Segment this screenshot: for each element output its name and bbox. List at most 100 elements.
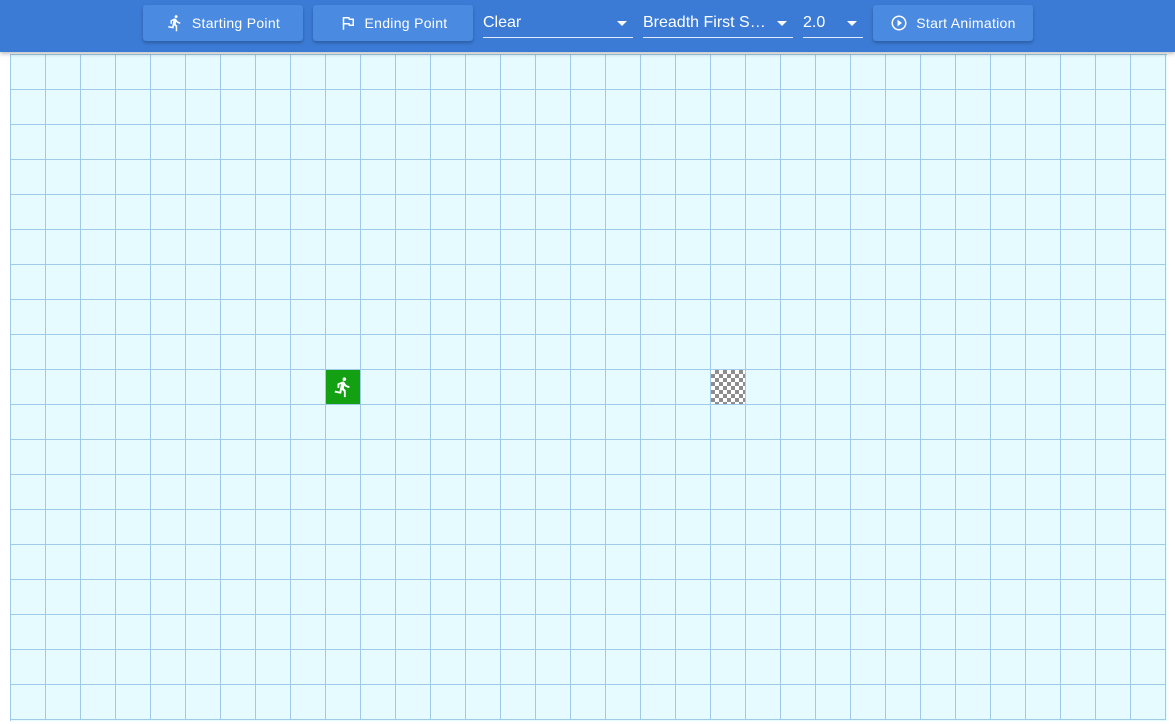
grid-cell[interactable] bbox=[606, 265, 641, 300]
grid-cell[interactable] bbox=[46, 300, 81, 335]
grid-cell[interactable] bbox=[1061, 440, 1096, 475]
grid-cell[interactable] bbox=[116, 335, 151, 370]
grid-cell[interactable] bbox=[1096, 650, 1131, 685]
grid-cell[interactable] bbox=[746, 580, 781, 615]
grid-cell[interactable] bbox=[151, 195, 186, 230]
grid-cell[interactable] bbox=[676, 475, 711, 510]
grid-cell[interactable] bbox=[781, 335, 816, 370]
grid-cell[interactable] bbox=[361, 90, 396, 125]
grid-cell[interactable] bbox=[746, 615, 781, 650]
grid-cell[interactable] bbox=[851, 475, 886, 510]
grid-cell[interactable] bbox=[1096, 510, 1131, 545]
grid-cell[interactable] bbox=[851, 230, 886, 265]
grid-cell[interactable] bbox=[991, 685, 1026, 720]
grid-cell[interactable] bbox=[606, 650, 641, 685]
grid-cell[interactable] bbox=[46, 370, 81, 405]
grid-cell[interactable] bbox=[396, 335, 431, 370]
grid-cell[interactable] bbox=[431, 685, 466, 720]
grid-cell[interactable] bbox=[186, 335, 221, 370]
grid-cell[interactable] bbox=[991, 55, 1026, 90]
grid-cell[interactable] bbox=[501, 160, 536, 195]
grid-cell[interactable] bbox=[116, 230, 151, 265]
grid-cell[interactable] bbox=[186, 510, 221, 545]
grid-cell[interactable] bbox=[711, 475, 746, 510]
grid-cell[interactable] bbox=[361, 55, 396, 90]
grid-cell[interactable] bbox=[781, 125, 816, 160]
grid-cell[interactable] bbox=[956, 265, 991, 300]
grid-cell[interactable] bbox=[851, 300, 886, 335]
grid-cell[interactable] bbox=[851, 685, 886, 720]
grid-cell[interactable] bbox=[641, 580, 676, 615]
grid-cell[interactable] bbox=[886, 615, 921, 650]
grid-cell[interactable] bbox=[921, 300, 956, 335]
grid-cell[interactable] bbox=[886, 265, 921, 300]
grid-cell[interactable] bbox=[641, 405, 676, 440]
grid-cell[interactable] bbox=[571, 90, 606, 125]
grid-cell[interactable] bbox=[921, 90, 956, 125]
grid-cell[interactable] bbox=[291, 55, 326, 90]
grid-cell[interactable] bbox=[571, 545, 606, 580]
grid-cell[interactable] bbox=[186, 405, 221, 440]
grid-cell[interactable] bbox=[711, 55, 746, 90]
grid-cell[interactable] bbox=[396, 685, 431, 720]
grid-cell[interactable] bbox=[256, 405, 291, 440]
grid-cell[interactable] bbox=[606, 685, 641, 720]
grid-cell[interactable] bbox=[501, 650, 536, 685]
grid-cell[interactable] bbox=[1131, 615, 1166, 650]
grid-cell[interactable] bbox=[1061, 90, 1096, 125]
grid-cell[interactable] bbox=[186, 580, 221, 615]
grid-cell[interactable] bbox=[746, 475, 781, 510]
grid-cell[interactable] bbox=[466, 580, 501, 615]
grid-cell[interactable] bbox=[1026, 405, 1061, 440]
grid-cell[interactable] bbox=[186, 300, 221, 335]
grid-cell[interactable] bbox=[746, 125, 781, 160]
grid-cell[interactable] bbox=[676, 335, 711, 370]
grid-cell[interactable] bbox=[991, 510, 1026, 545]
grid-cell[interactable] bbox=[151, 545, 186, 580]
grid-cell[interactable] bbox=[606, 475, 641, 510]
grid-cell[interactable] bbox=[816, 90, 851, 125]
grid-cell[interactable] bbox=[431, 615, 466, 650]
grid-cell[interactable] bbox=[641, 230, 676, 265]
grid-cell[interactable] bbox=[816, 55, 851, 90]
grid-cell[interactable] bbox=[886, 125, 921, 160]
grid-cell[interactable] bbox=[816, 510, 851, 545]
grid-cell[interactable] bbox=[431, 405, 466, 440]
grid-cell[interactable] bbox=[501, 440, 536, 475]
grid-cell[interactable] bbox=[676, 160, 711, 195]
grid-cell[interactable] bbox=[886, 545, 921, 580]
grid-cell[interactable] bbox=[326, 55, 361, 90]
grid-cell[interactable] bbox=[1061, 55, 1096, 90]
grid-cell[interactable] bbox=[186, 230, 221, 265]
grid-cell[interactable] bbox=[221, 580, 256, 615]
grid-cell[interactable] bbox=[1061, 160, 1096, 195]
grid-cell[interactable] bbox=[921, 440, 956, 475]
grid-cell[interactable] bbox=[396, 195, 431, 230]
grid-cell[interactable] bbox=[116, 475, 151, 510]
grid-cell[interactable] bbox=[221, 545, 256, 580]
grid-cell[interactable] bbox=[921, 545, 956, 580]
grid-cell[interactable] bbox=[991, 615, 1026, 650]
grid-cell[interactable] bbox=[746, 90, 781, 125]
grid-cell[interactable] bbox=[571, 230, 606, 265]
grid-cell[interactable] bbox=[466, 545, 501, 580]
grid-cell[interactable] bbox=[501, 265, 536, 300]
grid-cell[interactable] bbox=[151, 650, 186, 685]
grid-cell[interactable] bbox=[851, 650, 886, 685]
grid-cell[interactable] bbox=[291, 405, 326, 440]
grid-cell[interactable] bbox=[81, 335, 116, 370]
grid-cell[interactable] bbox=[781, 685, 816, 720]
grid-cell[interactable] bbox=[1061, 300, 1096, 335]
grid-cell[interactable] bbox=[711, 195, 746, 230]
grid-cell[interactable] bbox=[536, 55, 571, 90]
grid-cell[interactable] bbox=[361, 335, 396, 370]
grid-cell[interactable] bbox=[921, 685, 956, 720]
grid-cell[interactable] bbox=[1131, 440, 1166, 475]
grid-cell[interactable] bbox=[956, 195, 991, 230]
grid-cell[interactable] bbox=[606, 440, 641, 475]
grid-cell[interactable] bbox=[641, 265, 676, 300]
grid-cell[interactable] bbox=[256, 90, 291, 125]
grid-cell[interactable] bbox=[291, 90, 326, 125]
grid-cell[interactable] bbox=[676, 405, 711, 440]
grid-cell[interactable] bbox=[956, 90, 991, 125]
